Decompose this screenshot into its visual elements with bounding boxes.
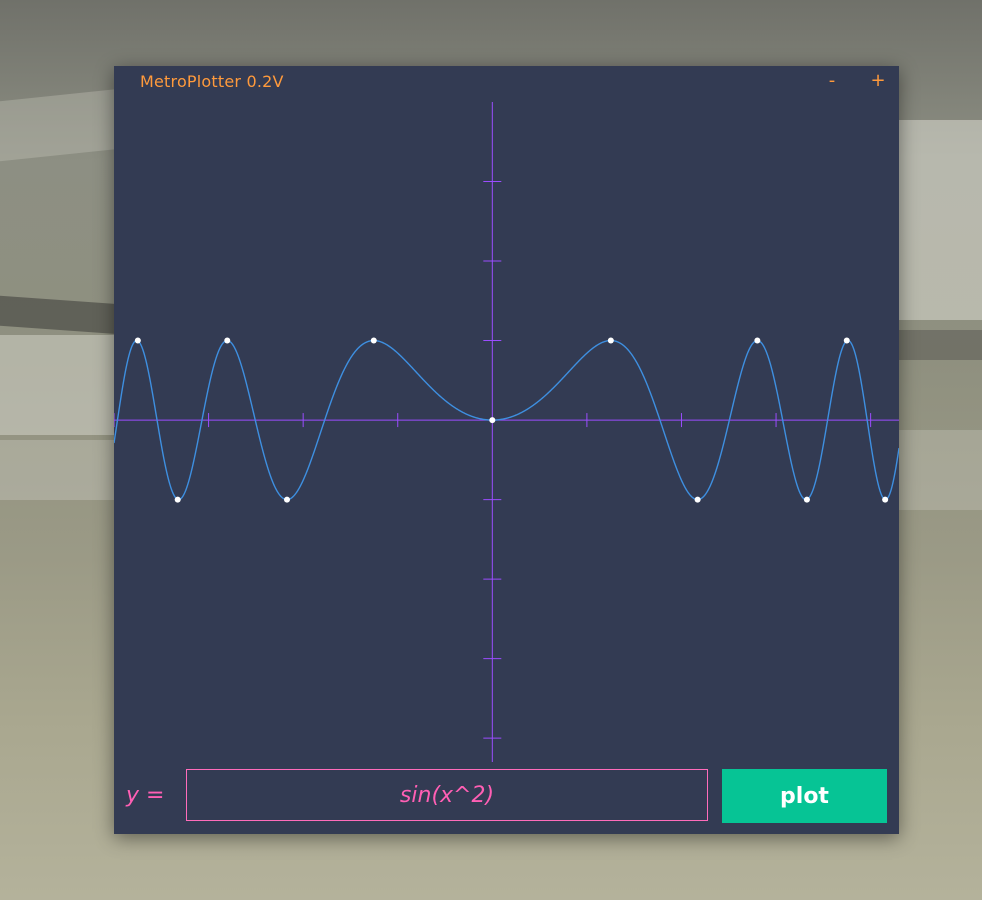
curve-point bbox=[284, 496, 291, 503]
background-stripe bbox=[899, 120, 982, 320]
curve-point bbox=[489, 417, 496, 424]
background-stripe bbox=[0, 295, 120, 335]
plotter-window: MetroPlotter 0.2V - + y = plot bbox=[114, 66, 899, 834]
curve-point bbox=[607, 337, 614, 344]
curve-point bbox=[754, 337, 761, 344]
curve-point bbox=[174, 496, 181, 503]
curve-point bbox=[843, 337, 850, 344]
curve-point bbox=[803, 496, 810, 503]
plot-button[interactable]: plot bbox=[722, 769, 887, 823]
background-stripe bbox=[899, 330, 982, 360]
curve-point bbox=[134, 337, 141, 344]
curve-point bbox=[694, 496, 701, 503]
background-stripe bbox=[0, 335, 120, 435]
y-equals-label: y = bbox=[126, 783, 165, 808]
curve-point bbox=[882, 496, 889, 503]
axes bbox=[114, 102, 899, 762]
background-stripe bbox=[0, 440, 120, 500]
background-stripe bbox=[0, 88, 120, 162]
background-stripe bbox=[899, 430, 982, 510]
plot-area bbox=[114, 102, 899, 762]
expression-input[interactable] bbox=[186, 769, 708, 821]
curve-point bbox=[224, 337, 231, 344]
curve-point bbox=[370, 337, 377, 344]
